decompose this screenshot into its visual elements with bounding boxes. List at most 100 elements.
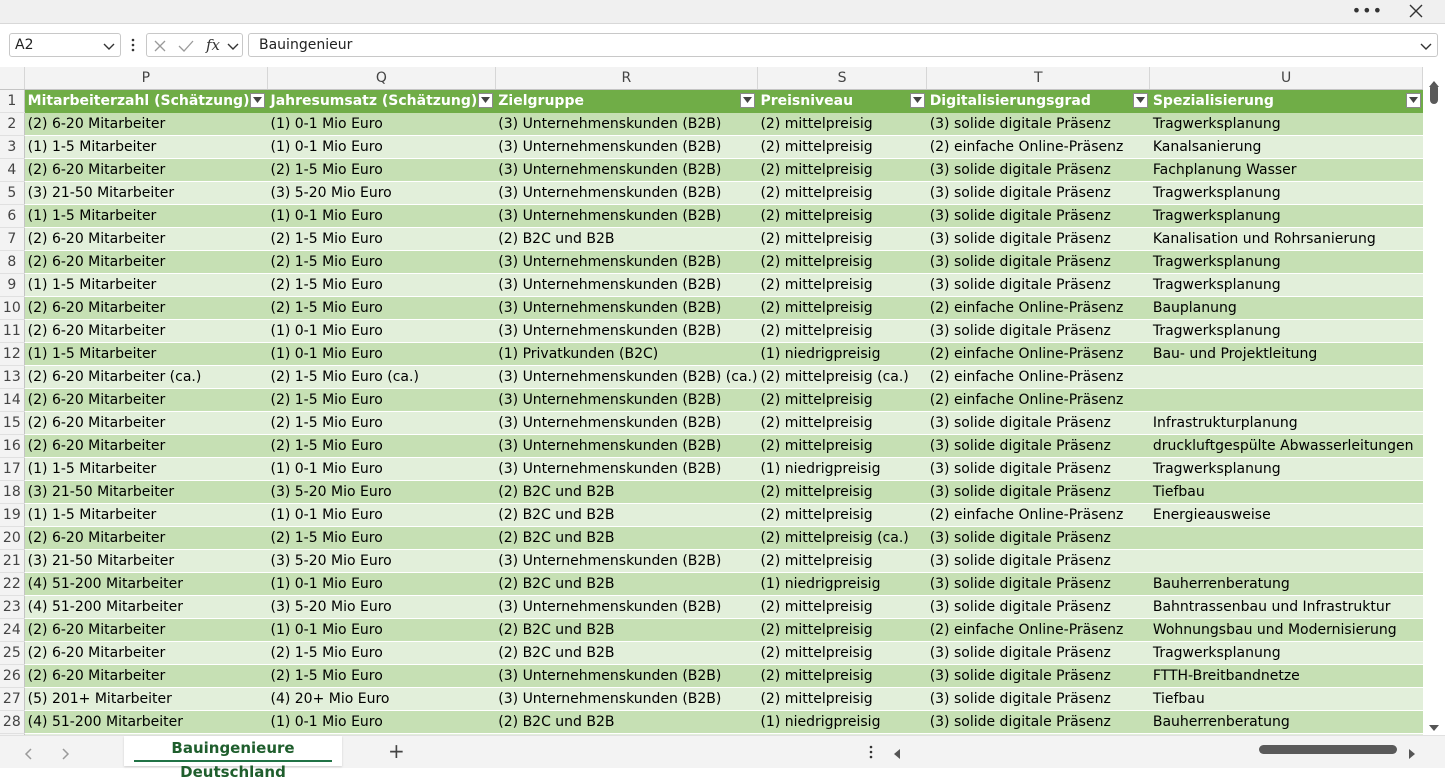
chevron-down-icon[interactable] bbox=[226, 38, 240, 52]
filter-dropdown-icon[interactable] bbox=[740, 93, 756, 108]
table-cell[interactable]: (3) 5-20 Mio Euro bbox=[267, 181, 496, 205]
row-header[interactable]: 13 bbox=[0, 365, 25, 389]
table-header-cell[interactable]: Zielgruppe bbox=[495, 89, 758, 113]
table-cell[interactable]: Bauplanung bbox=[1149, 296, 1423, 320]
table-header-cell[interactable]: Digitalisierungsgrad bbox=[926, 89, 1150, 113]
table-cell[interactable]: Tragwerksplanung bbox=[1149, 181, 1423, 205]
chevron-down-icon[interactable] bbox=[102, 38, 116, 52]
table-cell[interactable]: (3) 5-20 Mio Euro bbox=[267, 549, 496, 573]
row-header[interactable]: 8 bbox=[0, 250, 25, 274]
table-cell[interactable]: (2) mittelpreisig bbox=[757, 319, 927, 343]
table-cell[interactable]: (1) niedrigpreisig bbox=[757, 572, 927, 596]
table-cell[interactable]: (2) 6-20 Mitarbeiter bbox=[24, 411, 268, 435]
checkmark-icon[interactable] bbox=[177, 38, 195, 52]
sheet-tab-active[interactable]: Bauingenieure Deutschland bbox=[124, 736, 342, 781]
table-cell[interactable]: (3) solide digitale Präsenz bbox=[926, 664, 1150, 688]
table-cell[interactable]: (2) mittelpreisig (ca.) bbox=[757, 365, 927, 389]
table-cell[interactable]: (2) B2C und B2B bbox=[495, 480, 758, 504]
table-cell[interactable]: (3) 21-50 Mitarbeiter bbox=[24, 549, 268, 573]
table-cell[interactable]: (3) solide digitale Präsenz bbox=[926, 181, 1150, 205]
table-cell[interactable]: (3) solide digitale Präsenz bbox=[926, 250, 1150, 274]
table-cell[interactable]: (3) solide digitale Präsenz bbox=[926, 319, 1150, 343]
table-cell[interactable]: (3) solide digitale Präsenz bbox=[926, 480, 1150, 504]
row-header[interactable]: 28 bbox=[0, 710, 25, 734]
table-cell[interactable]: (3) solide digitale Präsenz bbox=[926, 572, 1150, 596]
table-cell[interactable]: (2) B2C und B2B bbox=[495, 641, 758, 665]
name-box[interactable]: A2 bbox=[9, 33, 121, 57]
table-cell[interactable]: (3) Unternehmenskunden (B2B) bbox=[495, 135, 758, 159]
worksheet-grid[interactable]: P Q R S T U 1 Mitarbeiterzahl (Schätzung… bbox=[0, 67, 1423, 735]
table-header-cell[interactable]: Spezialisierung bbox=[1149, 89, 1423, 113]
table-cell[interactable]: Tragwerksplanung bbox=[1149, 641, 1423, 665]
table-cell[interactable]: (3) Unternehmenskunden (B2B) bbox=[495, 388, 758, 412]
table-cell[interactable]: (3) Unternehmenskunden (B2B) bbox=[495, 549, 758, 573]
column-header[interactable]: R bbox=[495, 67, 758, 90]
table-cell[interactable]: Tragwerksplanung bbox=[1149, 112, 1423, 136]
table-cell[interactable]: (2) mittelpreisig bbox=[757, 388, 927, 412]
row-header[interactable]: 19 bbox=[0, 503, 25, 527]
close-icon[interactable] bbox=[1407, 2, 1425, 20]
table-cell[interactable]: Energieausweise bbox=[1149, 503, 1423, 527]
table-cell[interactable]: (3) solide digitale Präsenz bbox=[926, 158, 1150, 182]
table-cell[interactable]: (3) Unternehmenskunden (B2B) bbox=[495, 319, 758, 343]
table-cell[interactable]: (3) 21-50 Mitarbeiter bbox=[24, 181, 268, 205]
table-cell[interactable]: (2) 1-5 Mio Euro bbox=[267, 158, 496, 182]
row-header[interactable]: 23 bbox=[0, 595, 25, 619]
table-cell[interactable]: (2) mittelpreisig bbox=[757, 503, 927, 527]
table-cell[interactable]: (3) 21-50 Mitarbeiter bbox=[24, 480, 268, 504]
table-header-cell[interactable]: Preisniveau bbox=[757, 89, 927, 113]
table-cell[interactable]: (3) Unternehmenskunden (B2B) (ca.) bbox=[495, 365, 758, 389]
table-cell[interactable]: (2) einfache Online-Präsenz bbox=[926, 342, 1150, 366]
table-cell[interactable]: (2) 1-5 Mio Euro bbox=[267, 434, 496, 458]
table-cell[interactable]: (2) 6-20 Mitarbeiter bbox=[24, 618, 268, 642]
vertical-scroll-thumb[interactable] bbox=[1430, 84, 1438, 104]
row-header[interactable]: 12 bbox=[0, 342, 25, 366]
row-header[interactable]: 7 bbox=[0, 227, 25, 251]
vertical-scrollbar[interactable] bbox=[1423, 67, 1445, 735]
table-cell[interactable]: (2) mittelpreisig bbox=[757, 434, 927, 458]
table-cell[interactable]: (1) 1-5 Mitarbeiter bbox=[24, 273, 268, 297]
table-cell[interactable]: (2) 6-20 Mitarbeiter (ca.) bbox=[24, 365, 268, 389]
row-header[interactable]: 26 bbox=[0, 664, 25, 688]
table-cell[interactable]: (4) 51-200 Mitarbeiter bbox=[24, 572, 268, 596]
table-cell[interactable]: (3) Unternehmenskunden (B2B) bbox=[495, 457, 758, 481]
table-cell[interactable] bbox=[1149, 526, 1423, 550]
table-cell[interactable]: (3) Unternehmenskunden (B2B) bbox=[495, 204, 758, 228]
table-cell[interactable]: (2) mittelpreisig bbox=[757, 641, 927, 665]
filter-dropdown-icon[interactable] bbox=[250, 93, 266, 108]
table-cell[interactable]: (3) Unternehmenskunden (B2B) bbox=[495, 158, 758, 182]
table-cell[interactable]: (1) 0-1 Mio Euro bbox=[267, 319, 496, 343]
row-header[interactable]: 15 bbox=[0, 411, 25, 435]
table-cell[interactable]: (2) mittelpreisig bbox=[757, 296, 927, 320]
table-cell[interactable]: (3) 5-20 Mio Euro bbox=[267, 595, 496, 619]
table-cell[interactable]: (5) 201+ Mitarbeiter bbox=[24, 687, 268, 711]
table-cell[interactable]: (2) 6-20 Mitarbeiter bbox=[24, 296, 268, 320]
table-cell[interactable]: (4) 51-200 Mitarbeiter bbox=[24, 595, 268, 619]
table-cell[interactable]: (2) B2C und B2B bbox=[495, 572, 758, 596]
row-header[interactable]: 16 bbox=[0, 434, 25, 458]
table-cell[interactable]: Tiefbau bbox=[1149, 480, 1423, 504]
table-cell[interactable]: Fachplanung Wasser bbox=[1149, 158, 1423, 182]
table-cell[interactable]: (2) 6-20 Mitarbeiter bbox=[24, 227, 268, 251]
table-cell[interactable]: (3) Unternehmenskunden (B2B) bbox=[495, 181, 758, 205]
row-header[interactable]: 17 bbox=[0, 457, 25, 481]
row-header[interactable]: 10 bbox=[0, 296, 25, 320]
table-cell[interactable]: (2) einfache Online-Präsenz bbox=[926, 365, 1150, 389]
expand-formula-bar-icon[interactable] bbox=[1419, 38, 1433, 52]
select-all-corner[interactable] bbox=[0, 67, 25, 90]
table-cell[interactable]: (1) Privatkunden (B2C) bbox=[495, 342, 758, 366]
table-cell[interactable]: (3) solide digitale Präsenz bbox=[926, 411, 1150, 435]
table-cell[interactable]: (1) 0-1 Mio Euro bbox=[267, 618, 496, 642]
more-options-button[interactable]: ••• bbox=[1352, 0, 1383, 23]
table-cell[interactable]: (1) 0-1 Mio Euro bbox=[267, 204, 496, 228]
table-cell[interactable]: (2) 1-5 Mio Euro bbox=[267, 227, 496, 251]
table-cell[interactable]: Kanalisation und Rohrsanierung bbox=[1149, 227, 1423, 251]
table-cell[interactable]: (3) Unternehmenskunden (B2B) bbox=[495, 250, 758, 274]
insert-function-button[interactable]: fx bbox=[206, 34, 220, 56]
table-cell[interactable]: (2) 6-20 Mitarbeiter bbox=[24, 112, 268, 136]
table-cell[interactable]: (2) mittelpreisig bbox=[757, 687, 927, 711]
table-cell[interactable]: (2) 6-20 Mitarbeiter bbox=[24, 434, 268, 458]
table-cell[interactable]: (2) einfache Online-Präsenz bbox=[926, 503, 1150, 527]
table-cell[interactable]: (3) Unternehmenskunden (B2B) bbox=[495, 296, 758, 320]
table-cell[interactable]: (1) 1-5 Mitarbeiter bbox=[24, 342, 268, 366]
